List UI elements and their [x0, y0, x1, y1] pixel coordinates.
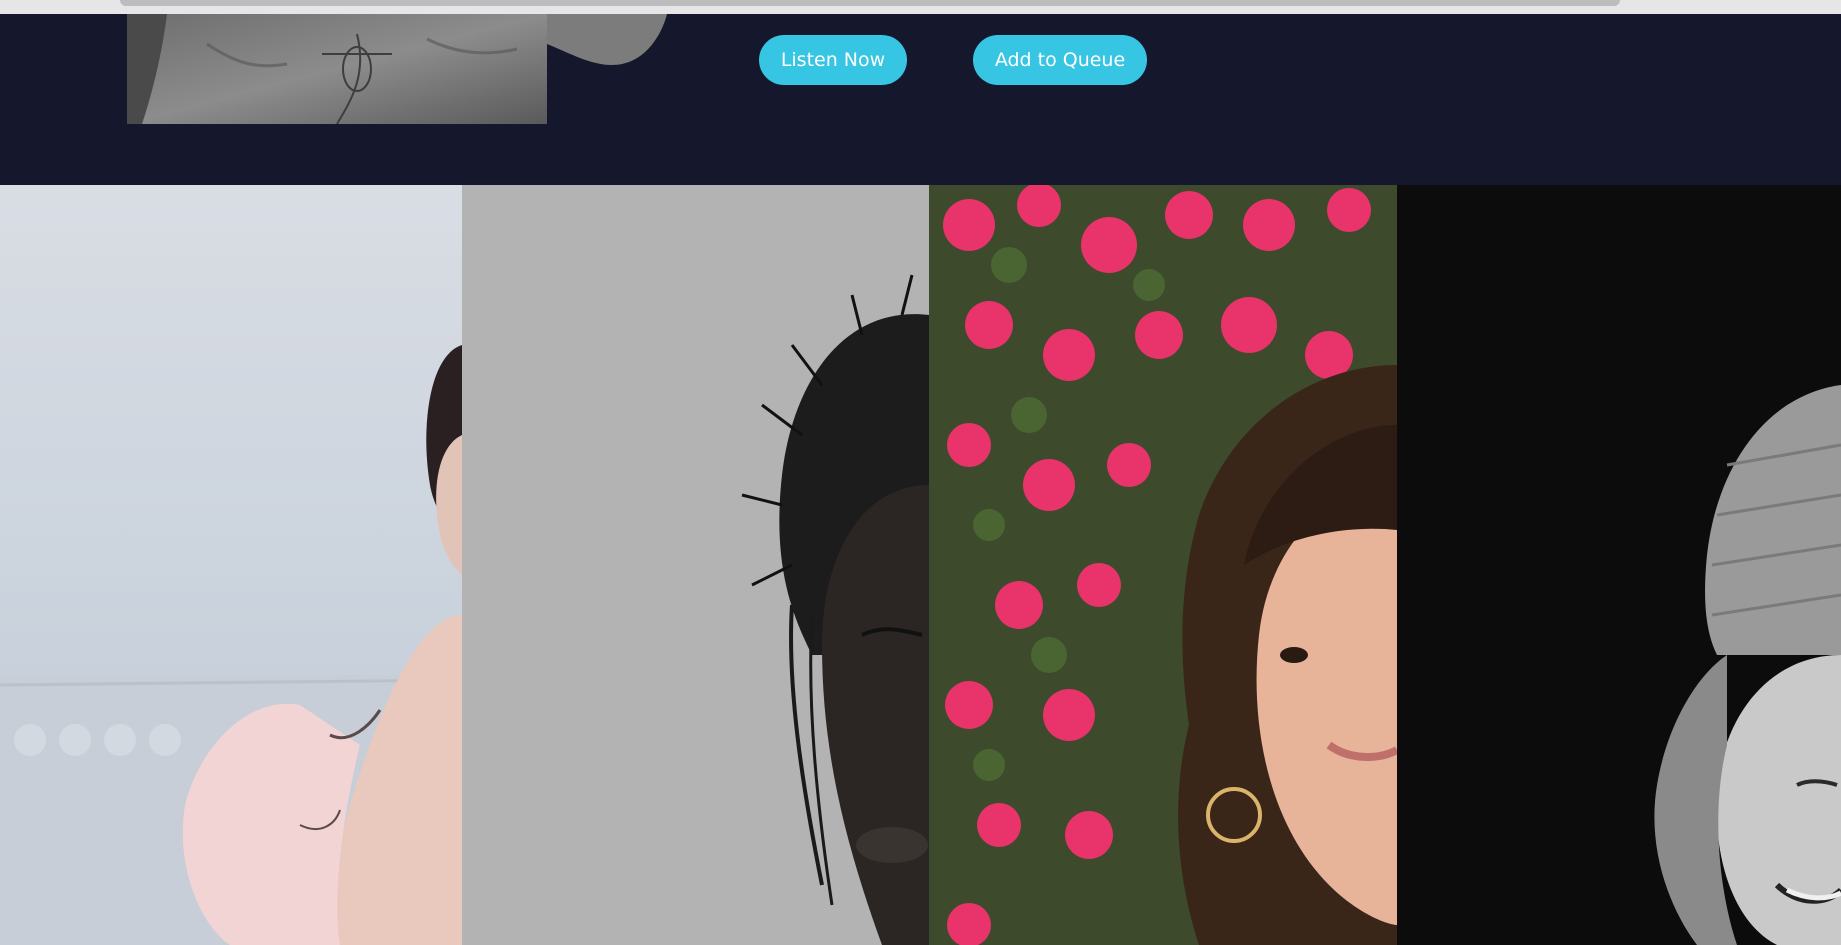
artist-card-2[interactable]	[462, 185, 929, 945]
artist-gallery	[0, 185, 1841, 945]
featured-artist-photo	[127, 14, 667, 124]
artist-card-4[interactable]	[1397, 185, 1841, 945]
horizontal-scrollbar[interactable]	[0, 0, 1841, 14]
hero-section: Listen Now Add to Queue	[0, 14, 1841, 185]
scrollbar-thumb[interactable]	[120, 0, 1620, 6]
listen-now-button[interactable]: Listen Now	[759, 35, 907, 85]
artist-card-3[interactable]	[929, 185, 1397, 945]
add-to-queue-button[interactable]: Add to Queue	[973, 35, 1147, 85]
artist-card-1[interactable]	[0, 185, 462, 945]
